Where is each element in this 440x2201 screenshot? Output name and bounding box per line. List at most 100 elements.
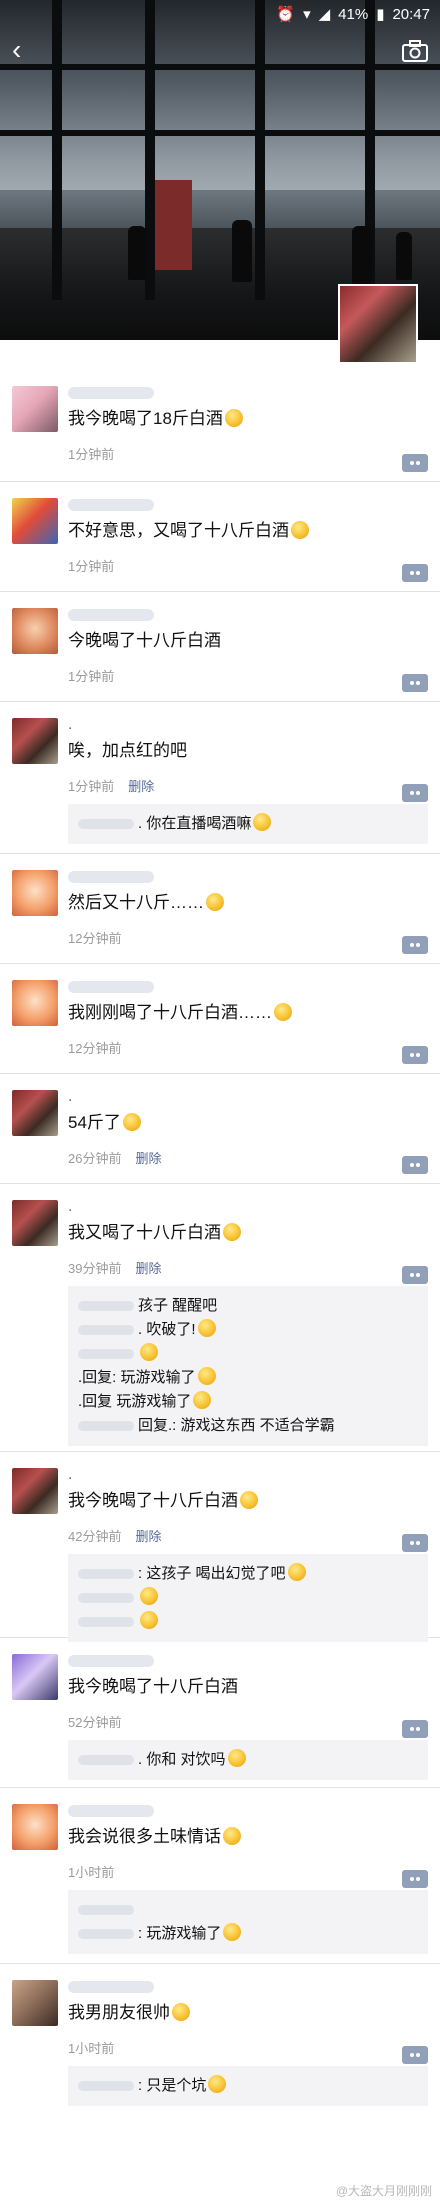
post-text: 我今晚喝了十八斤白酒 <box>68 1488 428 1514</box>
author-name[interactable] <box>68 606 428 626</box>
profile-avatar[interactable] <box>338 284 418 364</box>
post: 我今晚喝了18斤白酒 1分钟前 <box>0 370 440 482</box>
comment-action-button[interactable] <box>402 1534 428 1552</box>
comment[interactable]: 孩子 醒醒吧 <box>78 1294 418 1318</box>
status-bar: ⏰ ▾ ◢ 41% ▮ 20:47 <box>0 0 440 28</box>
back-button[interactable]: ‹ <box>12 36 42 66</box>
author-name[interactable] <box>68 1802 428 1822</box>
window-frame <box>255 0 265 300</box>
watermark: @大盗大月刚刚刚 <box>335 2184 432 2198</box>
post-text: 我今晚喝了18斤白酒 <box>68 406 428 432</box>
avatar[interactable] <box>12 1468 58 1514</box>
delete-link[interactable]: 删除 <box>135 1148 161 1167</box>
emoji-icon <box>140 1611 158 1629</box>
emoji-icon <box>224 409 243 427</box>
author-name[interactable] <box>68 1652 428 1672</box>
comment-list: : 只是个坑 <box>68 2066 428 2106</box>
author-name[interactable] <box>68 978 428 998</box>
avatar[interactable] <box>12 980 58 1026</box>
emoji-icon <box>208 2075 227 2093</box>
avatar[interactable] <box>12 386 58 432</box>
avatar[interactable] <box>12 1654 58 1700</box>
comment-action-button[interactable] <box>402 1156 428 1174</box>
avatar[interactable] <box>12 1200 58 1246</box>
silhouette <box>396 232 412 280</box>
post-text: 我又喝了十八斤白酒 <box>68 1220 428 1246</box>
delete-link[interactable]: 删除 <box>135 1526 161 1545</box>
comment[interactable]: . 你在直播喝酒嘛 <box>78 812 418 836</box>
wifi-icon: ▾ <box>303 6 311 23</box>
post: . 我又喝了十八斤白酒 39分钟前 删除 孩子 醒醒吧 . 吹破了! .回复: … <box>0 1184 440 1452</box>
window-frame <box>52 0 62 300</box>
comment-action-button[interactable] <box>402 564 428 582</box>
avatar[interactable] <box>12 1980 58 2026</box>
comment[interactable]: .回复 玩游戏输了 <box>78 1390 418 1414</box>
comment[interactable] <box>78 1610 418 1634</box>
silhouette <box>232 220 252 282</box>
comment-action-button[interactable] <box>402 1720 428 1738</box>
post-time: 42分钟前 <box>68 1528 122 1544</box>
comment[interactable]: . 你和 对饮吗 <box>78 1748 418 1772</box>
author-name[interactable] <box>68 384 428 404</box>
post-text: 我会说很多土味情话 <box>68 1824 428 1850</box>
comment-action-button[interactable] <box>402 784 428 802</box>
emoji-icon <box>197 1319 216 1337</box>
avatar[interactable] <box>12 498 58 544</box>
camera-icon <box>402 40 428 62</box>
avatar[interactable] <box>12 608 58 654</box>
author-name[interactable] <box>68 868 428 888</box>
comment[interactable] <box>78 1342 418 1366</box>
author-name[interactable] <box>68 496 428 516</box>
comment-action-button[interactable] <box>402 1046 428 1064</box>
post: 我会说很多土味情话 1小时前 : 玩游戏输了 <box>0 1788 440 1964</box>
avatar[interactable] <box>12 718 58 764</box>
avatar[interactable] <box>12 1090 58 1136</box>
post-time: 1分钟前 <box>68 446 115 462</box>
post: . 我今晚喝了十八斤白酒 42分钟前 删除 : 这孩子 喝出幻觉了吧 <box>0 1452 440 1642</box>
post-text: 今晚喝了十八斤白酒 <box>68 631 221 650</box>
post-time: 1小时前 <box>68 1864 115 1880</box>
emoji-icon <box>227 1749 246 1767</box>
emoji-icon <box>287 1563 306 1581</box>
camera-button[interactable] <box>402 40 428 62</box>
emoji-icon <box>223 1827 241 1845</box>
author-name[interactable]: . <box>68 716 428 736</box>
author-name[interactable]: . <box>68 1088 428 1108</box>
avatar[interactable] <box>12 870 58 916</box>
emoji-icon <box>240 1491 258 1509</box>
comment[interactable]: . 吹破了! <box>78 1318 418 1342</box>
comment-action-button[interactable] <box>402 674 428 692</box>
emoji-icon <box>223 1223 241 1241</box>
window-frame <box>0 130 440 136</box>
comment[interactable]: : 玩游戏输了 <box>78 1922 418 1946</box>
post-text: 然后又十八斤…… <box>68 890 428 916</box>
post-time: 39分钟前 <box>68 1260 122 1276</box>
avatar[interactable] <box>12 1804 58 1850</box>
comment-action-button[interactable] <box>402 2046 428 2064</box>
post: 我男朋友很帅 1小时前 : 只是个坑 <box>0 1964 440 2114</box>
comment-action-button[interactable] <box>402 1870 428 1888</box>
comment-action-button[interactable] <box>402 1266 428 1284</box>
post-time: 12分钟前 <box>68 930 122 946</box>
post-text: 我男朋友很帅 <box>68 2000 428 2026</box>
post: . 54斤了 26分钟前 删除 <box>0 1074 440 1184</box>
comment-action-button[interactable] <box>402 936 428 954</box>
comment[interactable] <box>78 1898 418 1922</box>
alarm-icon: ⏰ <box>276 6 296 23</box>
author-name[interactable]: . <box>68 1466 428 1486</box>
comment[interactable] <box>78 1586 418 1610</box>
comment[interactable]: : 只是个坑 <box>78 2074 418 2098</box>
comment[interactable]: .回复: 玩游戏输了 <box>78 1366 418 1390</box>
post-text: 54斤了 <box>68 1110 428 1136</box>
delete-link[interactable]: 删除 <box>135 1258 161 1277</box>
comment-list: . 你和 对饮吗 <box>68 1740 428 1780</box>
comment-action-button[interactable] <box>402 454 428 472</box>
author-name[interactable]: . <box>68 1198 428 1218</box>
comment[interactable]: 回复.: 游戏这东西 不适合学霸 <box>78 1414 418 1438</box>
author-name[interactable] <box>68 1978 428 1998</box>
post-text: 唉，加点红的吧 <box>68 741 187 760</box>
comment[interactable]: : 这孩子 喝出幻觉了吧 <box>78 1562 418 1586</box>
post-text: 我刚刚喝了十八斤白酒…… <box>68 1000 428 1026</box>
delete-link[interactable]: 删除 <box>128 776 154 795</box>
post: 我今晚喝了十八斤白酒 52分钟前 . 你和 对饮吗 <box>0 1638 440 1788</box>
